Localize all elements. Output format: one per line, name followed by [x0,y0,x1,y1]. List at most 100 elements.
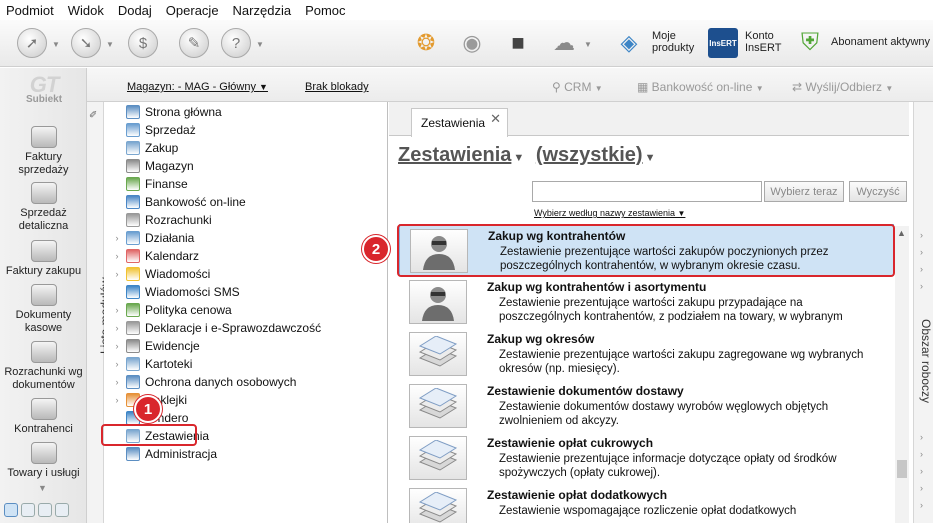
moje-produkty-label[interactable]: Moje produkty [652,30,702,54]
module-item[interactable]: Magazyn [104,157,384,175]
chevron-right-icon[interactable]: › [920,281,923,291]
report-item[interactable]: Zestawienie dokumentów dostawy Zestawieni… [399,380,894,432]
module-item[interactable]: Strona główna [104,103,384,121]
chevron-right-icon[interactable]: › [920,264,923,274]
crm-button[interactable]: ⚲ CRM ▼ [552,80,603,94]
nav-kontrahenci[interactable]: Kontrahenci [0,398,87,436]
cube-icon[interactable]: ■ [503,28,533,58]
scroll-up-icon[interactable]: ▲ [897,228,906,238]
expand-chevron-icon[interactable]: › [112,377,122,387]
toolbar-button-1[interactable]: ➚ [14,26,50,60]
module-item[interactable]: › Kartoteki [104,355,384,373]
mini-view-icon[interactable] [55,503,69,517]
mini-view-icon[interactable] [21,503,35,517]
report-item[interactable]: Zestawienie opłat dodatkowych Zestawienie… [399,484,894,523]
more-chevron-icon[interactable]: ▼ [38,483,47,493]
chevron-right-icon[interactable]: › [920,449,923,459]
chevron-right-icon[interactable]: › [920,483,923,493]
nav-faktury-sprzedazy[interactable]: Faktury sprzedaży [0,126,87,177]
cloud-icon[interactable]: ☁ [549,28,579,58]
tab-zestawienia[interactable]: Zestawienia ✕ [411,108,508,137]
module-item[interactable]: Finanse [104,175,384,193]
expand-chevron-icon[interactable]: › [112,305,122,315]
nav-rozrachunki[interactable]: Rozrachunki wg dokumentów [0,341,87,392]
nav-faktury-zakupu[interactable]: Faktury zakupu [0,240,87,278]
expand-chevron-icon[interactable]: › [112,251,122,261]
stack-icon [409,384,467,428]
chevron-down-icon: ▼ [259,82,268,92]
work-area-strip[interactable]: › › › › Obszar roboczy › › › › › [913,102,933,523]
expand-chevron-icon[interactable]: › [112,269,122,279]
module-icon [126,447,140,461]
module-item[interactable]: › Kalendarz [104,247,384,265]
chevron-down-icon[interactable]: ▼ [52,40,60,49]
chevron-right-icon[interactable]: › [920,432,923,442]
search-input[interactable] [532,181,762,202]
module-item[interactable]: Zakup [104,139,384,157]
module-item[interactable]: › Ewidencje [104,337,384,355]
expand-chevron-icon[interactable]: › [112,395,122,405]
nav-towary-uslugi[interactable]: Towary i usługi [0,442,87,480]
module-item[interactable]: Rozrachunki [104,211,384,229]
menu-item[interactable]: Podmiot [6,3,54,18]
nav-dokumenty-kasowe[interactable]: Dokumenty kasowe [0,284,87,335]
menu-item[interactable]: Widok [68,3,104,18]
report-item[interactable]: Zestawienie opłat cukrowych Zestawienie p… [399,432,894,484]
expand-chevron-icon[interactable]: › [112,233,122,243]
expand-chevron-icon[interactable]: › [112,341,122,351]
wybierz-teraz-button[interactable]: Wybierz teraz [764,181,844,202]
expand-chevron-icon[interactable]: › [112,323,122,333]
chevron-down-icon[interactable]: ▼ [584,40,592,49]
abonament-label[interactable]: Abonament aktywny [831,36,931,48]
sort-selector[interactable]: Wybierz według nazwy zestawienia ▼ [534,208,685,218]
mini-view-icon[interactable] [38,503,52,517]
report-item[interactable]: Zakup wg okresów Zestawienie prezentujące… [399,328,894,380]
toolbar-button-2[interactable]: ➘ [68,26,104,60]
menu-item[interactable]: Narzędzia [233,3,292,18]
module-item[interactable]: › Polityka cenowa [104,301,384,319]
module-icon [126,105,140,119]
magazyn-selector[interactable]: Magazyn: - MAG - Główny ▼ [127,81,268,93]
module-item[interactable]: Bankowość on-line [104,193,384,211]
chevron-right-icon[interactable]: › [920,247,923,257]
nav-sprzedaz-detaliczna[interactable]: Sprzedaż detaliczna [0,182,87,233]
konto-insert-label[interactable]: Konto InsERT [745,30,795,54]
module-item[interactable]: Administracja [104,445,384,463]
shield-check-icon[interactable]: ⛨ [795,28,825,58]
menu-item[interactable]: Operacje [166,3,219,18]
brak-blokady-link[interactable]: Brak blokady [305,81,369,93]
toolbar-button-5[interactable]: ? [218,26,254,60]
module-item[interactable]: › Działania [104,229,384,247]
expand-chevron-icon[interactable]: › [112,359,122,369]
module-item[interactable]: › Deklaracje i e-Sprawozdawczość [104,319,384,337]
chevron-right-icon[interactable]: › [920,466,923,476]
list-scrollbar[interactable]: ▲ [895,226,909,523]
scroll-thumb[interactable] [897,460,907,478]
mini-view-icon[interactable] [4,503,18,517]
report-item[interactable]: Zakup wg kontrahentów i asortymentu Zesta… [399,276,894,328]
pin-icon[interactable]: ✐ [89,110,97,121]
module-list-strip[interactable]: ✐ Lista modułów [87,102,112,523]
wyslij-odbierz-button[interactable]: ⇄ Wyślij/Odbierz ▼ [792,80,893,94]
loading-ring-icon[interactable]: ❂ [411,28,441,58]
menu-item[interactable]: Pomoc [305,3,345,18]
module-item[interactable]: › Ochrona danych osobowych [104,373,384,391]
title-dropdown[interactable]: Zestawienia ▼ [398,144,524,166]
module-item[interactable]: › Wiadomości [104,265,384,283]
filter-dropdown[interactable]: (wszystkie) ▼ [536,144,656,166]
close-icon[interactable]: ✕ [490,111,501,127]
toolbar-button-3[interactable]: $ [125,26,161,60]
chevron-right-icon[interactable]: › [920,500,923,510]
chevron-right-icon[interactable]: › [920,230,923,240]
insert-logo-icon[interactable]: InsERT [708,28,738,58]
bankowosc-button[interactable]: ▦ Bankowość on-line ▼ [637,80,764,94]
wyczysc-button[interactable]: Wyczyść [849,181,907,202]
module-item[interactable]: Sprzedaż [104,121,384,139]
menu-item[interactable]: Dodaj [118,3,152,18]
globe-icon[interactable]: ◉ [457,28,487,58]
chevron-down-icon[interactable]: ▼ [106,40,114,49]
toolbar-button-4[interactable]: ✎ [176,26,212,60]
products-icon[interactable]: ◈ [614,28,644,58]
module-item[interactable]: Wiadomości SMS [104,283,384,301]
chevron-down-icon[interactable]: ▼ [256,40,264,49]
